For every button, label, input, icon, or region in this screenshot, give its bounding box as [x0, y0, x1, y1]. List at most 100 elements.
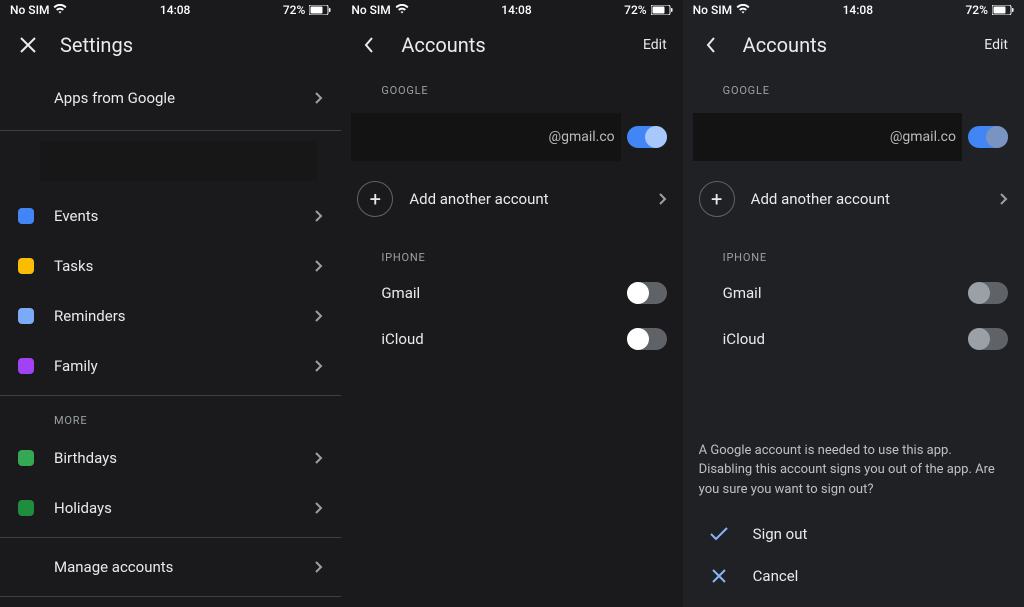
settings-item-tasks[interactable]: Tasks	[0, 241, 341, 291]
item-label: Events	[54, 207, 315, 225]
google-account-row: @gmail.co	[341, 103, 682, 171]
clock-text: 14:08	[843, 3, 873, 17]
item-label: Birthdays	[54, 449, 315, 467]
iphone-account-icloud: iCloud	[341, 316, 682, 362]
battery-pct: 72%	[283, 3, 305, 17]
add-account-row[interactable]: + Add another account	[683, 171, 1024, 227]
carrier-text: No SIM	[351, 3, 390, 17]
wifi-icon	[395, 3, 409, 17]
account-redacted-block	[40, 141, 317, 181]
battery-icon	[992, 5, 1014, 15]
page-title: Settings	[60, 33, 325, 57]
item-label: Family	[54, 357, 315, 375]
color-swatch-icon	[18, 208, 34, 224]
item-label: Holidays	[54, 499, 315, 517]
email-suffix: @gmail.co	[549, 129, 615, 145]
iphone-section-header: IPHONE	[341, 237, 682, 270]
chevron-right-icon	[1000, 193, 1008, 205]
wifi-icon	[53, 3, 67, 17]
icloud-toggle[interactable]	[968, 328, 1008, 350]
add-account-label: Add another account	[751, 190, 1000, 208]
plus-icon: +	[357, 181, 393, 217]
item-label: Manage accounts	[54, 558, 315, 576]
accounts-header: Accounts Edit	[341, 20, 682, 70]
email-suffix: @gmail.co	[890, 129, 956, 145]
color-swatch-icon	[18, 450, 34, 466]
back-icon[interactable]	[357, 33, 381, 57]
google-account-row: @gmail.co	[683, 103, 1024, 171]
edit-button[interactable]: Edit	[984, 37, 1008, 53]
account-email-redacted: @gmail.co	[693, 113, 962, 161]
icloud-toggle[interactable]	[627, 328, 667, 350]
settings-item-holidays[interactable]: Holidays	[0, 483, 341, 533]
google-section-header: GOOGLE	[683, 70, 1024, 103]
divider	[0, 395, 341, 396]
iphone-account-label: iCloud	[723, 330, 968, 348]
page-title: Accounts	[401, 33, 643, 57]
chevron-right-icon	[315, 92, 323, 104]
status-bar: No SIM 14:08 72%	[341, 0, 682, 20]
iphone-account-icloud: iCloud	[683, 316, 1024, 362]
signout-button[interactable]: Sign out	[699, 513, 1008, 555]
cancel-button[interactable]: Cancel	[699, 555, 1008, 597]
chevron-right-icon	[315, 360, 323, 372]
status-bar: No SIM 14:08 72%	[683, 0, 1024, 20]
accounts-header: Accounts Edit	[683, 20, 1024, 70]
google-account-toggle[interactable]	[627, 126, 667, 148]
status-bar: No SIM 14:08 72%	[0, 0, 341, 20]
wifi-icon	[736, 3, 750, 17]
battery-icon	[309, 5, 331, 15]
battery-icon	[651, 5, 673, 15]
carrier-text: No SIM	[10, 3, 49, 17]
color-swatch-icon	[18, 500, 34, 516]
close-icon[interactable]	[16, 33, 40, 57]
apps-from-google-label: Apps from Google	[54, 89, 315, 107]
chevron-right-icon	[315, 452, 323, 464]
chevron-right-icon	[315, 260, 323, 272]
settings-item-birthdays[interactable]: Birthdays	[0, 433, 341, 483]
color-swatch-icon	[18, 308, 34, 324]
google-section-header: GOOGLE	[341, 70, 682, 103]
divider	[0, 537, 341, 538]
chevron-right-icon	[315, 210, 323, 222]
gmail-toggle[interactable]	[627, 282, 667, 304]
account-email-redacted: @gmail.co	[351, 113, 620, 161]
add-account-label: Add another account	[409, 190, 658, 208]
settings-item-reminders[interactable]: Reminders	[0, 291, 341, 341]
chevron-right-icon	[315, 310, 323, 322]
color-swatch-icon	[18, 258, 34, 274]
chevron-right-icon	[315, 561, 323, 573]
manage-accounts-row[interactable]: Manage accounts	[0, 542, 341, 592]
iphone-account-gmail: Gmail	[683, 270, 1024, 316]
chevron-right-icon	[659, 193, 667, 205]
battery-pct: 72%	[965, 3, 987, 17]
carrier-text: No SIM	[693, 3, 732, 17]
iphone-account-label: iCloud	[381, 330, 626, 348]
settings-item-events[interactable]: Events	[0, 191, 341, 241]
edit-button[interactable]: Edit	[643, 37, 667, 53]
iphone-account-gmail: Gmail	[341, 270, 682, 316]
battery-pct: 72%	[624, 3, 646, 17]
google-account-toggle[interactable]	[968, 126, 1008, 148]
back-icon[interactable]	[699, 33, 723, 57]
clock-text: 14:08	[160, 3, 190, 17]
chevron-right-icon	[315, 502, 323, 514]
gmail-toggle[interactable]	[968, 282, 1008, 304]
cancel-label: Cancel	[753, 567, 799, 585]
divider	[0, 130, 341, 131]
item-label: Tasks	[54, 257, 315, 275]
color-swatch-icon	[18, 358, 34, 374]
confirm-sheet: A Google account is needed to use this a…	[683, 423, 1024, 607]
page-title: Accounts	[743, 33, 985, 57]
apps-from-google-row[interactable]: Apps from Google	[0, 70, 341, 126]
add-account-row[interactable]: + Add another account	[341, 171, 682, 227]
plus-icon: +	[699, 181, 735, 217]
settings-header: Settings	[0, 20, 341, 70]
about-row[interactable]: About	[0, 601, 341, 607]
divider	[0, 596, 341, 597]
item-label: Reminders	[54, 307, 315, 325]
clock-text: 14:08	[501, 3, 531, 17]
iphone-section-header: IPHONE	[683, 237, 1024, 270]
iphone-account-label: Gmail	[381, 284, 626, 302]
settings-item-family[interactable]: Family	[0, 341, 341, 391]
